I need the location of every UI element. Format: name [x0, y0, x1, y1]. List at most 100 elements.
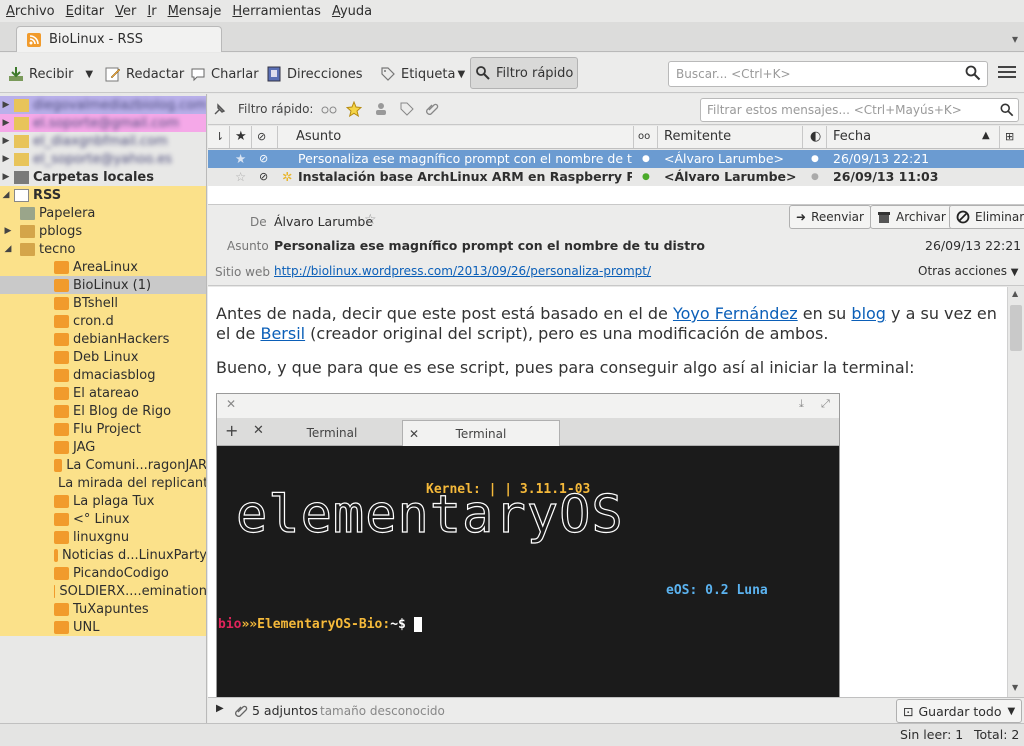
addressbook-button[interactable]: Direcciones [262, 61, 367, 87]
star-icon[interactable]: ☆ [235, 168, 246, 186]
delete-button[interactable]: Eliminar [949, 205, 1024, 229]
menu-editar[interactable]: Editar [66, 4, 105, 19]
collapse-arrow-icon[interactable]: ◢ [2, 244, 14, 254]
global-search-input[interactable]: Buscar... <Ctrl+K> [668, 61, 988, 87]
star-column-icon[interactable]: ★ [230, 126, 252, 148]
folder-item-pblogs[interactable]: ▶ pblogs [0, 222, 206, 240]
feed-item[interactable]: SOLDIERX....emination [0, 582, 206, 600]
subject-column-header[interactable]: Asunto [278, 126, 634, 148]
message-row[interactable]: ☆ ⊘ ✲ Instalación base ArchLinux ARM en … [208, 168, 1024, 186]
feed-item[interactable]: JAG [0, 438, 206, 456]
folder-item-tecno[interactable]: ◢ tecno [0, 240, 206, 258]
save-all-button[interactable]: ⊡ Guardar todo ▼ [896, 699, 1023, 723]
filter-messages-input[interactable]: Filtrar estos mensajes... <Ctrl+Mayús+K> [700, 98, 1019, 122]
feed-item[interactable]: TuXapuntes [0, 600, 206, 618]
date-column-header[interactable]: Fecha [827, 126, 1000, 148]
unread-status-icon[interactable]: ● [642, 168, 650, 186]
feed-item[interactable]: Noticias d...LinuxParty [0, 546, 206, 564]
tag-filter-icon[interactable] [400, 102, 414, 116]
scroll-up-icon[interactable]: ▲ [1012, 289, 1018, 298]
feed-item[interactable]: <° Linux [0, 510, 206, 528]
menu-archivo[interactable]: Archivo [6, 4, 55, 19]
scrollbar-thumb[interactable] [1010, 305, 1022, 351]
hamburger-menu-icon[interactable] [998, 66, 1016, 81]
rss-account-item[interactable]: ◢ RSS [0, 186, 206, 204]
feed-item[interactable]: linuxgnu [0, 528, 206, 546]
pin-icon[interactable] [213, 102, 227, 116]
message-row[interactable]: ★ ⊘ Personaliza ese magnífico prompt con… [208, 150, 1024, 168]
website-link[interactable]: http://biolinux.wordpress.com/2013/09/26… [274, 264, 651, 278]
tab-biolinux[interactable]: BioLinux - RSS [16, 26, 222, 52]
chat-button[interactable]: Charlar [186, 61, 263, 87]
feed-item[interactable]: cron.d [0, 312, 206, 330]
attachment-count[interactable]: 5 adjuntos [252, 703, 318, 718]
collapse-arrow-icon[interactable]: ◢ [0, 190, 12, 200]
column-picker-icon[interactable]: ⊞ [1000, 126, 1024, 148]
feed-item[interactable]: La Comuni...ragonJAR [0, 456, 206, 474]
link-yoyo[interactable]: Yoyo Fernández [673, 304, 798, 323]
expand-arrow-icon[interactable]: ▶ [0, 154, 12, 164]
read-status-icon[interactable]: ● [642, 150, 650, 168]
account-item[interactable]: ▶ diegovalmediazbiolog.com [0, 96, 206, 114]
menu-ir[interactable]: Ir [147, 4, 156, 19]
menu-ver[interactable]: Ver [115, 4, 136, 19]
feed-item[interactable]: BTshell [0, 294, 206, 312]
chat-bubble-icon [191, 68, 205, 82]
account-item[interactable]: ▶ el_soporte@yahoo.es [0, 150, 206, 168]
thread-column-icon[interactable]: ⇂ [208, 126, 230, 148]
feed-item[interactable]: Deb Linux [0, 348, 206, 366]
star-icon[interactable]: ★ [235, 150, 246, 168]
sender-column-header[interactable]: Remitente [658, 126, 803, 148]
expand-arrow-icon[interactable]: ▶ [0, 136, 12, 146]
link-blog[interactable]: blog [851, 304, 886, 323]
junk-column-icon[interactable]: ◐ [803, 126, 827, 148]
scroll-down-icon[interactable]: ▼ [1012, 683, 1018, 692]
expand-arrow-icon[interactable]: ▶ [0, 172, 12, 182]
contact-filter-icon[interactable] [374, 102, 388, 116]
attachment-column-icon[interactable]: ⊘ [252, 126, 278, 148]
compose-button[interactable]: Redactar [101, 61, 188, 87]
feed-item[interactable]: UNL [0, 618, 206, 636]
from-value[interactable]: Álvaro Larumbe [274, 214, 373, 229]
feed-item[interactable]: dmaciasblog [0, 366, 206, 384]
feed-item[interactable]: El Blog de Rigo [0, 402, 206, 420]
account-item[interactable]: ▶ el_diaxgnbfmail.com [0, 132, 206, 150]
chevron-down-icon[interactable]: ▼ [85, 69, 93, 80]
tab-list-arrow-icon[interactable]: ▾ [1012, 32, 1018, 46]
menu-mensaje[interactable]: Mensaje [168, 4, 222, 19]
junk-status-icon[interactable]: ● [811, 150, 819, 168]
link-bersil[interactable]: Bersil [260, 324, 305, 343]
feed-item[interactable]: BioLinux (1) [0, 276, 206, 294]
local-folders-item[interactable]: ▶ Carpetas locales [0, 168, 206, 186]
junk-status-icon[interactable]: ● [811, 168, 819, 186]
expand-arrow-icon[interactable]: ▶ [0, 118, 12, 128]
trash-folder-item[interactable]: Papelera [0, 204, 206, 222]
search-icon[interactable] [965, 65, 981, 81]
read-column-icon[interactable]: oo [634, 126, 658, 148]
other-actions-menu[interactable]: Otras acciones ▼ [918, 264, 1019, 278]
menu-ayuda[interactable]: Ayuda [332, 4, 372, 19]
expand-arrow-icon[interactable]: ▶ [216, 703, 224, 714]
feed-item[interactable]: La plaga Tux [0, 492, 206, 510]
tag-button[interactable]: Etiqueta ▼ [376, 61, 469, 87]
attachment-filter-icon[interactable] [425, 102, 439, 116]
archive-button[interactable]: Archivar [870, 205, 953, 229]
feed-item[interactable]: AreaLinux [0, 258, 206, 276]
reply-button[interactable]: ➜ Reenviar [789, 205, 871, 229]
save-icon: ⊡ [903, 703, 914, 719]
quick-filter-button[interactable]: Filtro rápido [470, 57, 579, 89]
unread-filter-icon[interactable] [321, 103, 337, 117]
star-filter-icon[interactable] [346, 101, 362, 117]
feed-item[interactable]: Flu Project [0, 420, 206, 438]
feed-item[interactable]: PicandoCodigo [0, 564, 206, 582]
feed-item[interactable]: debianHackers [0, 330, 206, 348]
menu-herramientas[interactable]: Herramientas [232, 4, 321, 19]
feed-item[interactable]: El atareao [0, 384, 206, 402]
receive-button[interactable]: Recibir ▼ [4, 61, 97, 87]
expand-arrow-icon[interactable]: ▶ [0, 100, 12, 110]
add-contact-star-icon[interactable]: ☆ [364, 212, 377, 228]
account-item[interactable]: ▶ el.soporte@gmail.com [0, 114, 206, 132]
expand-arrow-icon[interactable]: ▶ [2, 226, 14, 236]
feed-item[interactable]: La mirada del replicante [0, 474, 206, 492]
message-scrollbar[interactable]: ▲ ▼ [1007, 287, 1024, 697]
